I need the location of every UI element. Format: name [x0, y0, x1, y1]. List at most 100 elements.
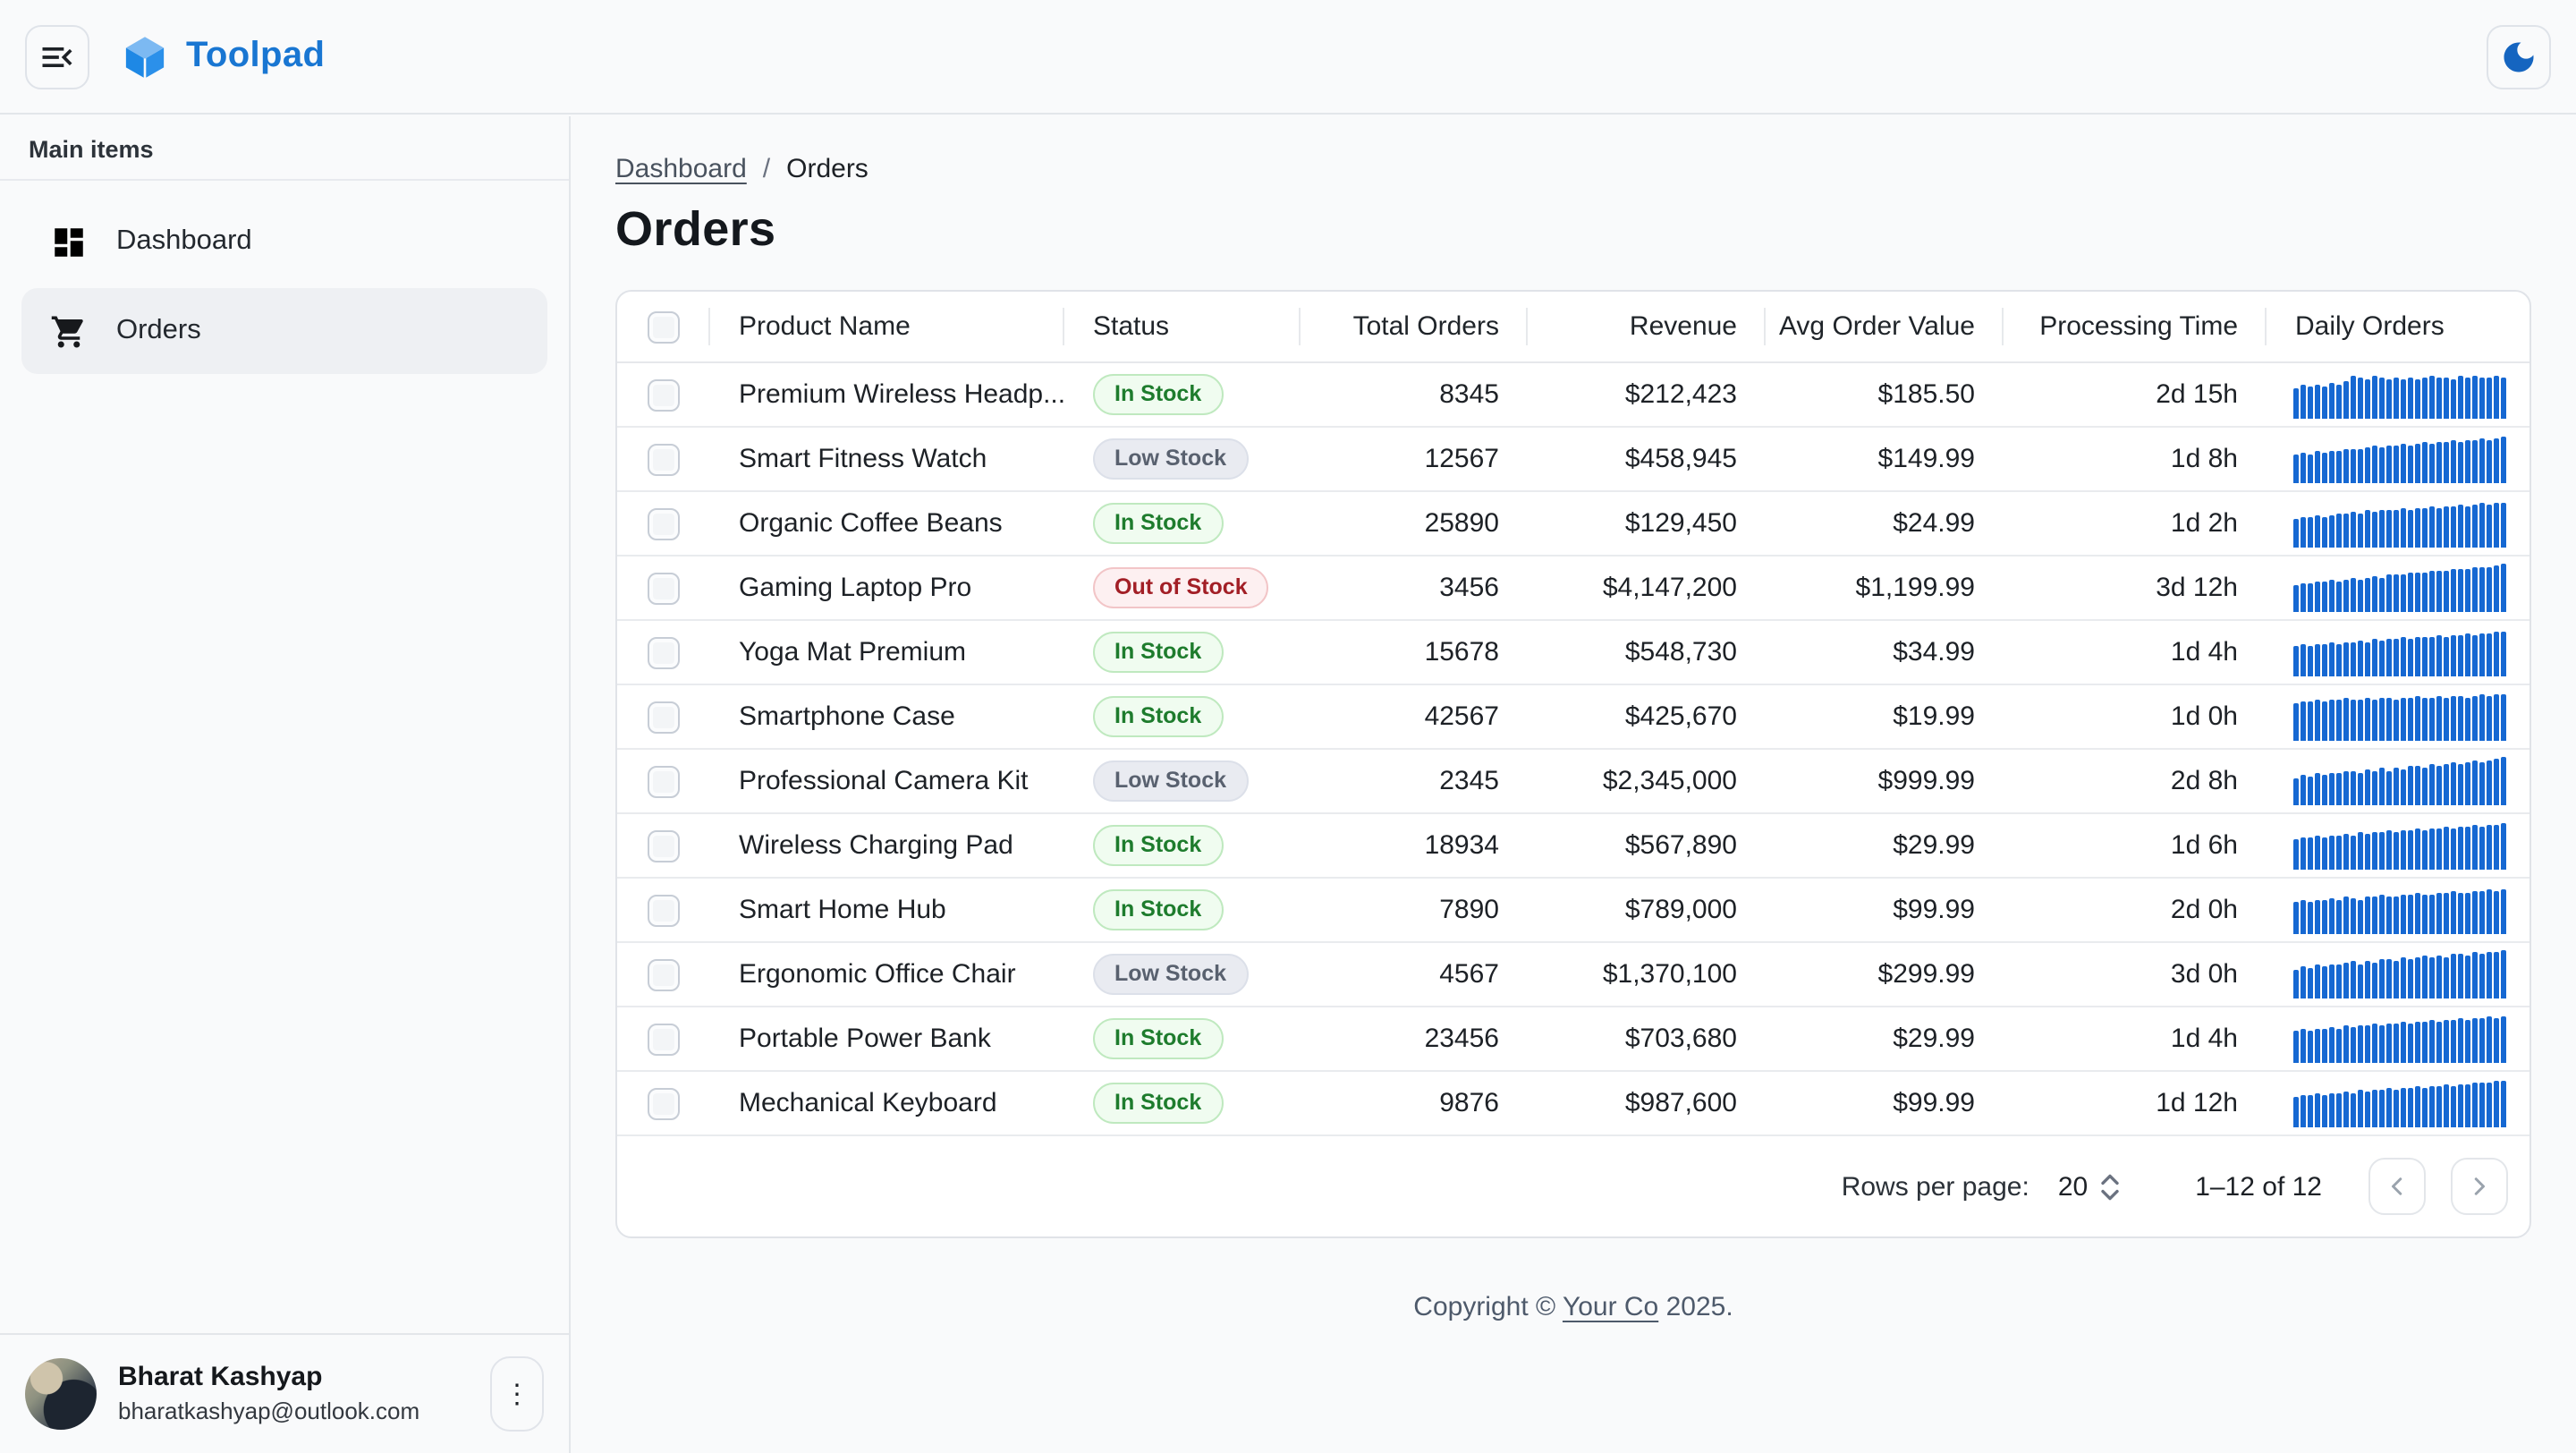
row-checkbox-cell [617, 814, 710, 877]
total-orders-cell: 4567 [1301, 943, 1528, 1006]
status-cell: In Stock [1064, 1007, 1301, 1070]
column-header-label: Status [1093, 311, 1169, 342]
row-checkbox[interactable] [648, 636, 680, 668]
daily-orders-cell [2267, 1007, 2529, 1070]
avg-order-value-cell: $19.99 [1766, 685, 2004, 748]
select-all-checkbox[interactable] [648, 310, 680, 343]
brand-title: Toolpad [186, 36, 325, 77]
sidebar-item-label: Orders [116, 315, 201, 347]
app-header: Toolpad [0, 0, 2576, 115]
total-orders-cell: 23456 [1301, 1007, 1528, 1070]
daily-orders-cell [2267, 1072, 2529, 1134]
theme-toggle-button[interactable] [2487, 24, 2551, 89]
daily-orders-sparkline [2293, 821, 2508, 870]
row-checkbox[interactable] [648, 765, 680, 797]
status-cell: In Stock [1064, 685, 1301, 748]
product-name-cell: Smartphone Case [710, 685, 1064, 748]
processing-time-cell: 1d 8h [2004, 428, 2267, 490]
footer-text-prefix: Copyright © [1413, 1292, 1563, 1322]
row-checkbox-cell [617, 879, 710, 941]
user-menu-button[interactable]: ⋮ [490, 1356, 544, 1432]
product-name-cell: Portable Power Bank [710, 1007, 1064, 1070]
sidebar-item-orders[interactable]: Orders [21, 288, 547, 374]
menu-open-icon [38, 37, 77, 76]
previous-page-button[interactable] [2368, 1158, 2426, 1215]
row-checkbox[interactable] [648, 378, 680, 411]
column-header-daily_orders[interactable]: Daily Orders [2267, 292, 2529, 361]
daily-orders-sparkline [2293, 950, 2508, 998]
revenue-cell: $4,147,200 [1528, 557, 1766, 619]
brand[interactable]: Toolpad [122, 33, 325, 80]
chevron-left-icon [2381, 1170, 2413, 1202]
total-orders-cell: 8345 [1301, 363, 1528, 426]
daily-orders-cell [2267, 879, 2529, 941]
status-cell: Out of Stock [1064, 557, 1301, 619]
avg-order-value-cell: $299.99 [1766, 943, 2004, 1006]
row-checkbox-cell [617, 685, 710, 748]
app-root: Toolpad Main items Dashboard Orders [0, 0, 2576, 1453]
table-row: Ergonomic Office ChairLow Stock4567$1,37… [617, 943, 2529, 1007]
processing-time-cell: 1d 12h [2004, 1072, 2267, 1134]
footer-link[interactable]: Your Co [1563, 1292, 1658, 1322]
avg-order-value-cell: $29.99 [1766, 1007, 2004, 1070]
row-checkbox[interactable] [648, 1023, 680, 1055]
orders-table: Product Name Status Total OrdersRevenueAvg… [615, 290, 2531, 1238]
row-checkbox-cell [617, 363, 710, 426]
product-name-cell: Professional Camera Kit [710, 750, 1064, 812]
column-header-processing_time[interactable]: Processing Time [2004, 292, 2267, 361]
row-checkbox-cell [617, 1072, 710, 1134]
row-checkbox[interactable] [648, 894, 680, 926]
daily-orders-sparkline [2293, 1015, 2508, 1063]
total-orders-cell: 12567 [1301, 428, 1528, 490]
product-name-cell: Gaming Laptop Pro [710, 557, 1064, 619]
total-orders-cell: 42567 [1301, 685, 1528, 748]
rows-per-page-select[interactable]: 20 [2058, 1171, 2120, 1202]
row-checkbox-cell [617, 428, 710, 490]
revenue-cell: $129,450 [1528, 492, 1766, 555]
column-header-status[interactable]: Status [1064, 292, 1301, 361]
status-badge: Low Stock [1093, 438, 1248, 480]
pagination-bar: Rows per page: 20 1–12 of 12 [617, 1136, 2529, 1236]
status-cell: Low Stock [1064, 428, 1301, 490]
row-checkbox[interactable] [648, 701, 680, 733]
sidebar-item-dashboard[interactable]: Dashboard [21, 199, 547, 285]
row-checkbox[interactable] [648, 958, 680, 990]
revenue-cell: $987,600 [1528, 1072, 1766, 1134]
row-checkbox[interactable] [648, 1087, 680, 1119]
column-header-total_orders[interactable]: Total Orders [1301, 292, 1528, 361]
avg-order-value-cell: $29.99 [1766, 814, 2004, 877]
processing-time-cell: 1d 4h [2004, 621, 2267, 684]
product-name-cell: Smart Home Hub [710, 879, 1064, 941]
table-row: Premium Wireless Headp...In Stock8345$21… [617, 363, 2529, 428]
sidebar-collapse-button[interactable] [25, 24, 89, 89]
shopping-cart-icon [50, 312, 88, 350]
select-all-cell [617, 292, 710, 361]
row-checkbox-cell [617, 943, 710, 1006]
column-header-revenue[interactable]: Revenue [1528, 292, 1766, 361]
avatar [25, 1358, 97, 1430]
revenue-cell: $1,370,100 [1528, 943, 1766, 1006]
row-checkbox[interactable] [648, 507, 680, 540]
dashboard-grid-icon [50, 223, 88, 260]
column-header-label: Processing Time [2039, 311, 2238, 342]
avg-order-value-cell: $24.99 [1766, 492, 2004, 555]
status-badge: In Stock [1093, 1017, 1223, 1059]
table-row: Organic Coffee BeansIn Stock25890$129,45… [617, 492, 2529, 557]
daily-orders-sparkline [2293, 564, 2508, 612]
breadcrumb-current: Orders [786, 154, 869, 184]
footer-text-suffix: 2025. [1658, 1292, 1733, 1322]
row-checkbox[interactable] [648, 829, 680, 862]
daily-orders-cell [2267, 943, 2529, 1006]
chevron-right-icon [2463, 1170, 2496, 1202]
table-row: Smartphone CaseIn Stock42567$425,670$19.… [617, 685, 2529, 750]
row-checkbox[interactable] [648, 572, 680, 604]
next-page-button[interactable] [2451, 1158, 2508, 1215]
row-checkbox[interactable] [648, 443, 680, 475]
revenue-cell: $789,000 [1528, 879, 1766, 941]
column-header-product[interactable]: Product Name [710, 292, 1064, 361]
status-cell: In Stock [1064, 621, 1301, 684]
table-header-row: Product Name Status Total OrdersRevenueAvg… [617, 292, 2529, 363]
breadcrumb-link-dashboard[interactable]: Dashboard [615, 154, 747, 184]
table-body: Premium Wireless Headp...In Stock8345$21… [617, 363, 2529, 1136]
column-header-avg_order_value[interactable]: Avg Order Value [1766, 292, 2004, 361]
